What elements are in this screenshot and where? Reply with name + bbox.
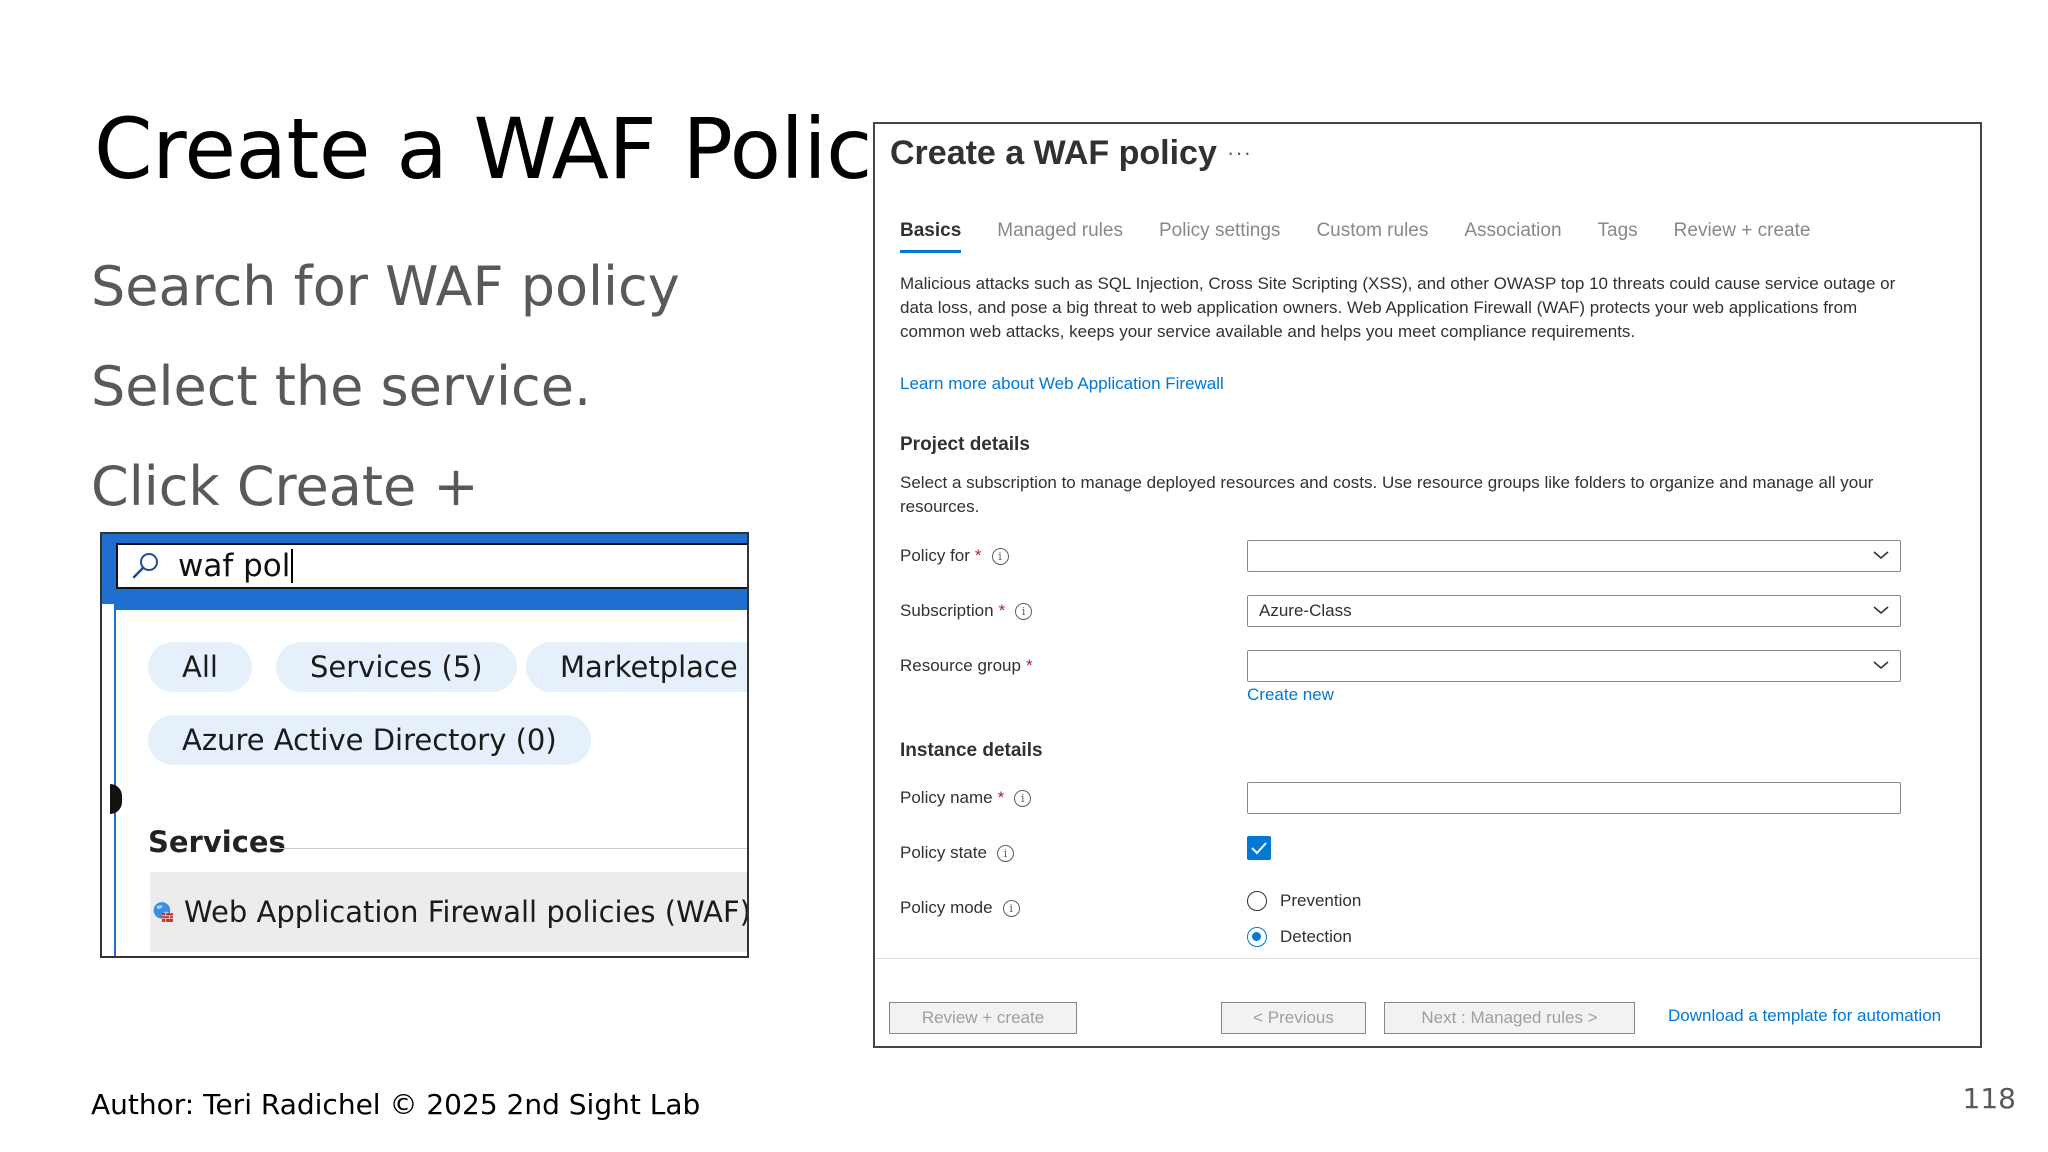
search-results-panel: All Services (5) Marketplace (1 Azure Ac… xyxy=(110,604,749,956)
tab-managed-rules[interactable]: Managed rules xyxy=(997,220,1123,253)
info-icon[interactable]: i xyxy=(1002,899,1020,917)
page-number: 118 xyxy=(1962,1082,2016,1115)
info-icon[interactable]: i xyxy=(1014,789,1032,807)
project-details-description: Select a subscription to manage deployed… xyxy=(900,473,1874,516)
search-topbar: waf pol xyxy=(102,534,747,604)
search-icon xyxy=(132,553,158,579)
policy-name-label: Policy name * i xyxy=(900,788,1032,808)
create-new-link[interactable]: Create new xyxy=(1247,685,1334,705)
policy-name-label-text: Policy name xyxy=(900,788,993,807)
policy-state-label-text: Policy state xyxy=(900,843,987,862)
radio-detection[interactable]: Detection xyxy=(1247,927,1352,947)
info-icon[interactable]: i xyxy=(1015,602,1033,620)
tab-review-create[interactable]: Review + create xyxy=(1674,220,1811,253)
required-marker: * xyxy=(974,546,982,565)
slide-title: Create a WAF Policy xyxy=(94,100,922,198)
subscription-value: Azure-Class xyxy=(1259,601,1352,620)
tab-association[interactable]: Association xyxy=(1464,220,1561,253)
filter-azure-active-directory[interactable]: Azure Active Directory (0) xyxy=(148,715,591,765)
filter-marketplace[interactable]: Marketplace (1 xyxy=(526,642,747,692)
learn-more-link[interactable]: Learn more about Web Application Firewal… xyxy=(900,374,1224,394)
download-template-link[interactable]: Download a template for automation xyxy=(1668,1006,1941,1026)
bullet-search: Search for WAF policy xyxy=(91,255,680,318)
search-screenshot: waf pol All Services (5) Marketplace (1 … xyxy=(100,532,749,958)
tab-basics[interactable]: Basics xyxy=(900,220,962,253)
review-create-button[interactable]: Review + create xyxy=(889,1002,1077,1034)
create-waf-policy-screenshot: Create a WAF policy ··· Basics Managed r… xyxy=(873,122,1982,1048)
instance-details-heading: Instance details xyxy=(900,740,1043,761)
search-query: waf pol xyxy=(178,548,291,584)
portal-title: Create a WAF policy xyxy=(890,134,1217,172)
more-icon[interactable]: ··· xyxy=(1227,140,1252,166)
wizard-tabs: Basics Managed rules Policy settings Cus… xyxy=(900,220,1846,253)
result-waf-policies[interactable]: Web Application Firewall policies (WAF) xyxy=(150,872,749,952)
policy-name-input[interactable] xyxy=(1247,782,1901,814)
text-caret xyxy=(291,549,294,583)
policy-state-label: Policy state i xyxy=(900,843,1014,863)
policy-for-label-text: Policy for xyxy=(900,546,970,565)
required-marker: * xyxy=(997,788,1005,807)
result-label: Web Application Firewall policies (WAF) xyxy=(184,895,749,929)
tab-policy-settings[interactable]: Policy settings xyxy=(1159,220,1280,253)
radio-prevention[interactable]: Prevention xyxy=(1247,891,1361,911)
search-input[interactable]: waf pol xyxy=(116,543,747,589)
services-heading: Services xyxy=(148,825,286,859)
panel-edge-handle xyxy=(110,784,122,814)
subscription-label: Subscription * i xyxy=(900,601,1033,621)
subscription-label-text: Subscription xyxy=(900,601,994,620)
info-icon[interactable]: i xyxy=(991,547,1009,565)
radio-prevention-label: Prevention xyxy=(1280,891,1362,910)
chevron-down-icon xyxy=(1873,551,1889,560)
required-marker: * xyxy=(998,601,1006,620)
next-managed-rules-button[interactable]: Next : Managed rules > xyxy=(1384,1002,1635,1034)
waf-policy-icon xyxy=(153,902,173,922)
divider xyxy=(274,848,747,849)
bullet-create: Click Create + xyxy=(91,455,479,518)
intro-text: Malicious attacks such as SQL Injection,… xyxy=(900,274,1896,341)
required-marker: * xyxy=(1025,656,1033,675)
policy-mode-label: Policy mode i xyxy=(900,898,1020,918)
author-footer: Author: Teri Radichel © 2025 2nd Sight L… xyxy=(91,1088,701,1121)
previous-button[interactable]: < Previous xyxy=(1221,1002,1366,1034)
radio-button-selected[interactable] xyxy=(1247,927,1267,947)
subscription-dropdown[interactable]: Azure-Class xyxy=(1247,595,1901,627)
tab-custom-rules[interactable]: Custom rules xyxy=(1316,220,1428,253)
footer-divider xyxy=(875,958,1980,959)
checkmark-icon xyxy=(1251,842,1267,855)
tab-tags[interactable]: Tags xyxy=(1598,220,1638,253)
resource-group-label: Resource group * xyxy=(900,656,1033,676)
resource-group-label-text: Resource group xyxy=(900,656,1021,675)
resource-group-dropdown[interactable] xyxy=(1247,650,1901,682)
policy-for-dropdown[interactable] xyxy=(1247,540,1901,572)
policy-mode-label-text: Policy mode xyxy=(900,898,993,917)
info-icon[interactable]: i xyxy=(996,844,1014,862)
policy-for-label: Policy for * i xyxy=(900,546,1009,566)
radio-detection-label: Detection xyxy=(1280,927,1352,946)
project-details-heading: Project details xyxy=(900,434,1030,455)
filter-services[interactable]: Services (5) xyxy=(276,642,517,692)
chevron-down-icon xyxy=(1873,661,1889,670)
policy-state-checkbox[interactable] xyxy=(1247,836,1271,860)
bullet-select: Select the service. xyxy=(91,355,592,418)
filter-all[interactable]: All xyxy=(148,642,252,692)
chevron-down-icon xyxy=(1873,606,1889,615)
radio-button[interactable] xyxy=(1247,891,1267,911)
